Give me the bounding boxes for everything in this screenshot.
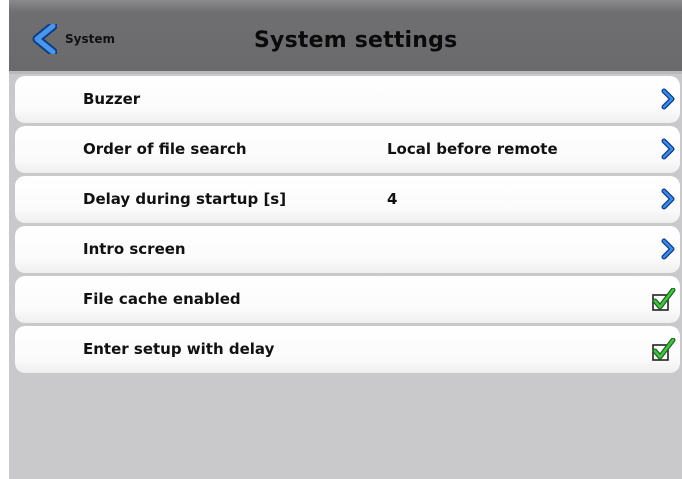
settings-row-order-of-file-search[interactable]: Order of file search Local before remote xyxy=(15,126,680,173)
chevron-right-icon[interactable] xyxy=(660,238,676,264)
page-title: System settings xyxy=(254,28,458,53)
settings-row-file-cache-enabled[interactable]: File cache enabled xyxy=(15,276,680,323)
row-label: File cache enabled xyxy=(83,290,241,308)
settings-row-delay-during-startup[interactable]: Delay during startup [s] 4 xyxy=(15,176,680,223)
row-value: Local before remote xyxy=(387,140,558,158)
row-label: Enter setup with delay xyxy=(83,340,275,358)
settings-list: Buzzer Order of file search Local before… xyxy=(15,76,680,376)
header-bar: System System settings xyxy=(9,0,682,71)
row-value: 4 xyxy=(387,190,398,208)
back-button[interactable]: System xyxy=(31,24,151,54)
row-label: Order of file search xyxy=(83,140,247,158)
chevron-right-icon[interactable] xyxy=(660,188,676,214)
row-label: Delay during startup [s] xyxy=(83,190,287,208)
row-label: Buzzer xyxy=(83,90,141,108)
back-button-label: System xyxy=(65,32,115,46)
settings-row-buzzer[interactable]: Buzzer xyxy=(15,76,680,123)
settings-screen: System System settings Buzzer Order of f… xyxy=(9,0,682,479)
settings-row-intro-screen[interactable]: Intro screen xyxy=(15,226,680,273)
checkbox-checked-icon[interactable] xyxy=(650,287,676,316)
row-label: Intro screen xyxy=(83,240,186,258)
header-divider xyxy=(9,71,682,74)
chevron-right-icon[interactable] xyxy=(660,138,676,164)
checkbox-checked-icon[interactable] xyxy=(650,337,676,366)
chevron-right-icon[interactable] xyxy=(660,88,676,114)
back-chevron-icon xyxy=(31,24,57,54)
settings-row-enter-setup-with-delay[interactable]: Enter setup with delay xyxy=(15,326,680,373)
